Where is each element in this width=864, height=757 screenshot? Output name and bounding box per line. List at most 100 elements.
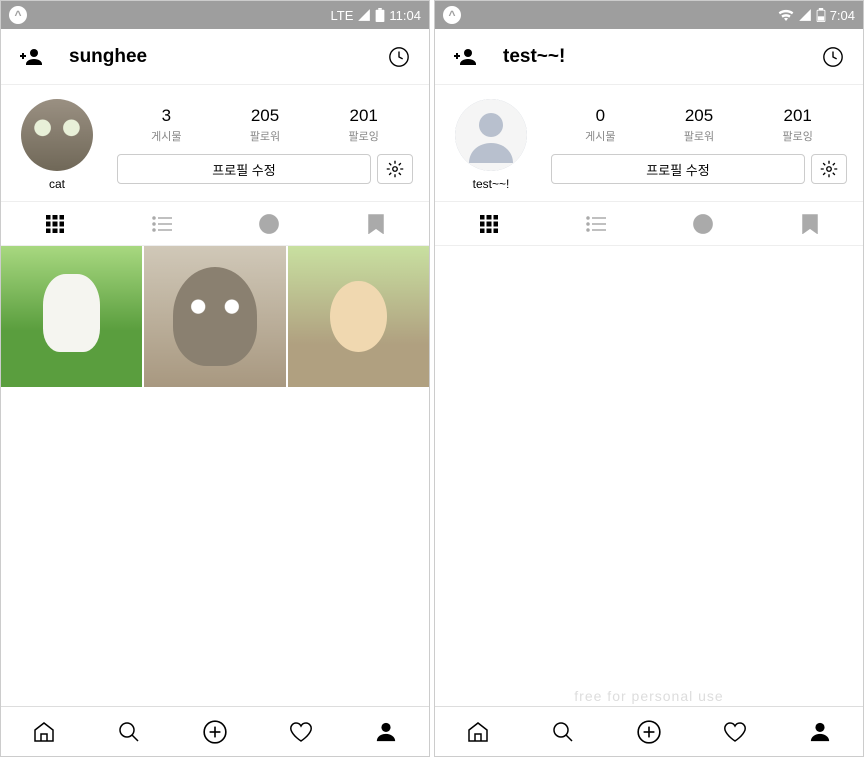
network-label: LTE [331, 8, 354, 23]
settings-button[interactable] [811, 154, 847, 184]
profile-tabs [435, 202, 863, 246]
watermark-label: free for personal use [574, 688, 723, 704]
phone-right: ^ 7:04 test~~! test~~! [434, 0, 864, 757]
nav-activity[interactable] [258, 707, 344, 756]
profile-avatar[interactable] [455, 99, 527, 171]
edit-profile-button[interactable]: 프로필 수정 [551, 154, 805, 184]
stat-following[interactable]: 201 팔로잉 [748, 106, 847, 144]
heart-icon [289, 720, 313, 744]
tab-tagged[interactable] [649, 202, 756, 245]
tab-list[interactable] [542, 202, 649, 245]
tab-list[interactable] [108, 202, 215, 245]
grid-icon [480, 215, 498, 233]
nav-profile[interactable] [343, 707, 429, 756]
stat-posts[interactable]: 0 게시물 [551, 106, 650, 144]
photo-item[interactable] [144, 246, 285, 387]
tab-grid[interactable] [435, 202, 542, 245]
stat-followers-num: 205 [650, 106, 749, 126]
stat-followers[interactable]: 205 팔로워 [216, 106, 315, 144]
gear-icon [820, 160, 838, 178]
photo-grid [1, 246, 429, 387]
tab-tagged[interactable] [215, 202, 322, 245]
tab-saved[interactable] [756, 202, 863, 245]
stat-followers[interactable]: 205 팔로워 [650, 106, 749, 144]
list-icon [586, 216, 606, 232]
gear-icon [386, 160, 404, 178]
tab-saved[interactable] [322, 202, 429, 245]
stat-posts[interactable]: 3 게시물 [117, 106, 216, 144]
photo-item[interactable] [288, 246, 429, 387]
add-person-button[interactable] [17, 43, 45, 71]
battery-icon [816, 8, 826, 22]
stat-followers-label: 팔로워 [216, 128, 315, 144]
stat-followers-label: 팔로워 [650, 128, 749, 144]
app-header: test~~! [435, 29, 863, 85]
avatar-name-label: test~~! [473, 177, 510, 191]
history-button[interactable] [819, 43, 847, 71]
avatar-name-label: cat [49, 177, 65, 191]
phone-left: ^ LTE 11:04 sunghee cat 3 [0, 0, 430, 757]
plus-circle-icon [202, 719, 228, 745]
settings-button[interactable] [377, 154, 413, 184]
photo-item[interactable] [1, 246, 142, 387]
status-bar: ^ 7:04 [435, 1, 863, 29]
add-person-button[interactable] [451, 43, 479, 71]
stat-following-label: 팔로잉 [314, 128, 413, 144]
nav-home[interactable] [435, 707, 521, 756]
nav-home[interactable] [1, 707, 87, 756]
bookmark-icon [802, 214, 818, 234]
nav-activity[interactable] [692, 707, 778, 756]
stat-posts-label: 게시물 [551, 128, 650, 144]
status-bar: ^ LTE 11:04 [1, 1, 429, 29]
profile-tabs [1, 202, 429, 246]
app-header: sunghee [1, 29, 429, 85]
stat-following-num: 201 [748, 106, 847, 126]
tab-grid[interactable] [1, 202, 108, 245]
stat-followers-num: 205 [216, 106, 315, 126]
nav-add[interactable] [172, 707, 258, 756]
nav-search[interactable] [87, 707, 173, 756]
person-circle-icon [258, 213, 280, 235]
search-icon [117, 720, 141, 744]
person-icon [809, 721, 831, 743]
heart-icon [723, 720, 747, 744]
grid-icon [46, 215, 64, 233]
stat-following-num: 201 [314, 106, 413, 126]
wifi-icon [778, 8, 794, 22]
bookmark-icon [368, 214, 384, 234]
stat-following[interactable]: 201 팔로잉 [314, 106, 413, 144]
nav-search[interactable] [521, 707, 607, 756]
app-indicator-icon: ^ [443, 6, 461, 24]
stat-following-label: 팔로잉 [748, 128, 847, 144]
profile-section: test~~! 0 게시물 205 팔로워 201 팔로잉 [435, 85, 863, 202]
content-area [435, 246, 863, 706]
stat-posts-label: 게시물 [117, 128, 216, 144]
nav-add[interactable] [606, 707, 692, 756]
username-label: sunghee [69, 46, 385, 68]
signal-icon [357, 8, 371, 22]
profile-avatar[interactable] [21, 99, 93, 171]
clock-label: 7:04 [830, 8, 855, 23]
person-circle-icon [692, 213, 714, 235]
default-avatar-icon [455, 99, 527, 171]
nav-profile[interactable] [777, 707, 863, 756]
list-icon [152, 216, 172, 232]
search-icon [551, 720, 575, 744]
history-button[interactable] [385, 43, 413, 71]
username-label: test~~! [503, 46, 819, 68]
clock-label: 11:04 [389, 8, 421, 23]
bottom-nav [435, 706, 863, 756]
battery-icon [375, 8, 385, 22]
stat-posts-num: 0 [551, 106, 650, 126]
home-icon [466, 720, 490, 744]
profile-section: cat 3 게시물 205 팔로워 201 팔로잉 [1, 85, 429, 202]
plus-circle-icon [636, 719, 662, 745]
signal-icon [798, 8, 812, 22]
content-area [1, 246, 429, 706]
person-icon [375, 721, 397, 743]
home-icon [32, 720, 56, 744]
app-indicator-icon: ^ [9, 6, 27, 24]
edit-profile-button[interactable]: 프로필 수정 [117, 154, 371, 184]
bottom-nav [1, 706, 429, 756]
stat-posts-num: 3 [117, 106, 216, 126]
